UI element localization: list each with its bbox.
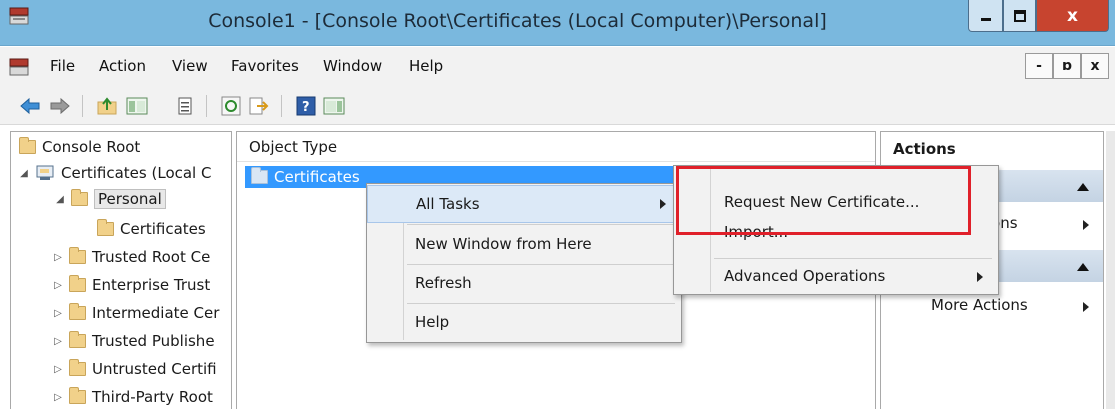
context-menu: All Tasks New Window from Here Refresh H… xyxy=(366,183,682,343)
menu-item-refresh[interactable]: Refresh xyxy=(367,265,681,303)
folder-icon xyxy=(19,137,36,154)
folder-icon xyxy=(69,387,86,404)
menu-item-label: Refresh xyxy=(415,274,472,292)
tree-item-untrusted[interactable]: ▷ Untrusted Certifi xyxy=(53,357,217,381)
minimize-button[interactable] xyxy=(968,0,1003,32)
mdi-restore-button[interactable]: ɒ xyxy=(1053,53,1081,79)
menu-file[interactable]: File xyxy=(50,57,75,75)
menu-help[interactable]: Help xyxy=(409,57,443,75)
folder-icon xyxy=(71,189,88,206)
scrollbar[interactable] xyxy=(1106,131,1115,409)
tree-item-label: Certificates xyxy=(120,220,206,238)
tree-item-trusted-root[interactable]: ▷ Trusted Root Ce xyxy=(53,245,210,269)
tree-item-label: Enterprise Trust xyxy=(92,276,211,294)
minimize-icon xyxy=(980,17,991,21)
show-action-pane-icon[interactable] xyxy=(322,94,346,118)
mdi-minimize-button[interactable]: - xyxy=(1025,53,1053,79)
maximize-icon xyxy=(1013,9,1026,22)
tree-item-label: Certificates (Local C xyxy=(61,164,212,182)
expand-arrow-icon[interactable]: ▷ xyxy=(53,392,63,403)
menu-item-new-window[interactable]: New Window from Here xyxy=(367,226,681,264)
menu-item-help[interactable]: Help xyxy=(367,304,681,342)
tree-item-intermediate[interactable]: ▷ Intermediate Cer xyxy=(53,301,219,325)
window-title: Console1 - [Console Root\Certificates (L… xyxy=(208,10,827,32)
refresh-icon[interactable] xyxy=(219,94,243,118)
title-bar: Console1 - [Console Root\Certificates (L… xyxy=(0,0,1115,46)
properties-icon[interactable] xyxy=(173,94,197,118)
tree-item-label: Trusted Root Ce xyxy=(92,248,211,266)
system-menu-icon[interactable] xyxy=(9,57,29,77)
svg-text:?: ? xyxy=(302,100,310,115)
tree-item-third-party-root[interactable]: ▷ Third-Party Root xyxy=(53,385,213,409)
maximize-button[interactable] xyxy=(1003,0,1036,32)
tree-item-label: Console Root xyxy=(42,138,141,156)
console-tree-pane: Console Root ◢ Certificates (Local C ◢ P… xyxy=(10,131,232,409)
menu-item-label: New Window from Here xyxy=(415,235,592,253)
tree-item-label: Intermediate Cer xyxy=(92,304,220,322)
tree-item-trusted-publishers[interactable]: ▷ Trusted Publishe xyxy=(53,329,215,353)
tree-item-personal-certificates[interactable]: Certificates xyxy=(97,217,206,241)
expand-arrow-icon[interactable]: ▷ xyxy=(53,308,63,319)
submenu-arrow-icon xyxy=(660,199,666,209)
collapse-arrow-icon[interactable]: ◢ xyxy=(55,194,65,205)
show-hide-tree-icon[interactable] xyxy=(125,94,149,118)
forward-arrow-icon[interactable] xyxy=(48,94,72,118)
action-label: More Actions xyxy=(931,296,1028,314)
list-item-label: Certificates xyxy=(274,168,360,186)
submenu-arrow-icon xyxy=(1083,220,1089,230)
menu-bar: File Action View Favorites Window Help xyxy=(0,47,1115,87)
help-icon[interactable]: ? xyxy=(294,94,318,118)
menu-item-label: Advanced Operations xyxy=(724,267,886,285)
column-header-object-type[interactable]: Object Type xyxy=(237,132,875,162)
submenu-arrow-icon xyxy=(977,272,983,282)
expand-arrow-icon[interactable]: ▷ xyxy=(53,252,63,263)
expand-arrow-icon[interactable]: ▷ xyxy=(53,336,63,347)
expand-arrow-icon[interactable]: ▷ xyxy=(53,280,63,291)
collapse-up-icon[interactable] xyxy=(1077,183,1089,191)
toolbar: ? xyxy=(0,87,1115,125)
folder-icon xyxy=(69,303,86,320)
expand-arrow-icon[interactable]: ▷ xyxy=(53,364,63,375)
collapse-up-icon[interactable] xyxy=(1077,263,1089,271)
folder-icon xyxy=(69,331,86,348)
menu-item-all-tasks[interactable]: All Tasks xyxy=(367,185,681,223)
tree-item-personal[interactable]: ◢ Personal xyxy=(55,187,166,211)
folder-icon xyxy=(69,247,86,264)
actions-more-actions-2[interactable]: More Actions xyxy=(931,296,1101,320)
tree-item-certificates-local[interactable]: ◢ Certificates (Local C xyxy=(19,161,211,185)
close-button[interactable]: x xyxy=(1036,0,1109,32)
folder-icon xyxy=(69,359,86,376)
back-arrow-icon[interactable] xyxy=(18,94,42,118)
mdi-close-button[interactable]: x xyxy=(1081,53,1109,79)
tree-item-label: Untrusted Certifi xyxy=(92,360,217,378)
certificate-store-icon xyxy=(36,165,54,180)
folder-icon xyxy=(69,275,86,292)
menu-item-advanced-operations[interactable]: Advanced Operations xyxy=(674,258,998,296)
tree-item-label: Trusted Publishe xyxy=(92,332,215,350)
menu-item-label: All Tasks xyxy=(416,195,480,213)
menu-item-label: Help xyxy=(415,313,450,331)
export-list-icon[interactable] xyxy=(247,94,271,118)
menu-favorites[interactable]: Favorites xyxy=(231,57,299,75)
tree-item-enterprise-trust[interactable]: ▷ Enterprise Trust xyxy=(53,273,210,297)
tree-item-label: Third-Party Root xyxy=(92,388,213,406)
close-icon: x xyxy=(1067,5,1078,26)
folder-icon xyxy=(97,219,114,236)
up-folder-icon[interactable] xyxy=(95,94,119,118)
menu-window[interactable]: Window xyxy=(323,57,382,75)
actions-pane-title: Actions xyxy=(893,140,956,158)
tree-item-label: Personal xyxy=(94,189,166,209)
mdi-window-controls: - ɒ x xyxy=(1025,53,1111,79)
menu-action[interactable]: Action xyxy=(99,57,146,75)
submenu-arrow-icon xyxy=(1083,302,1089,312)
annotation-highlight-box xyxy=(676,166,971,235)
tree-item-console-root[interactable]: Console Root xyxy=(19,135,140,159)
collapse-arrow-icon[interactable]: ◢ xyxy=(19,168,29,179)
menu-view[interactable]: View xyxy=(172,57,208,75)
folder-icon xyxy=(251,167,268,184)
column-header-label: Object Type xyxy=(249,138,338,156)
